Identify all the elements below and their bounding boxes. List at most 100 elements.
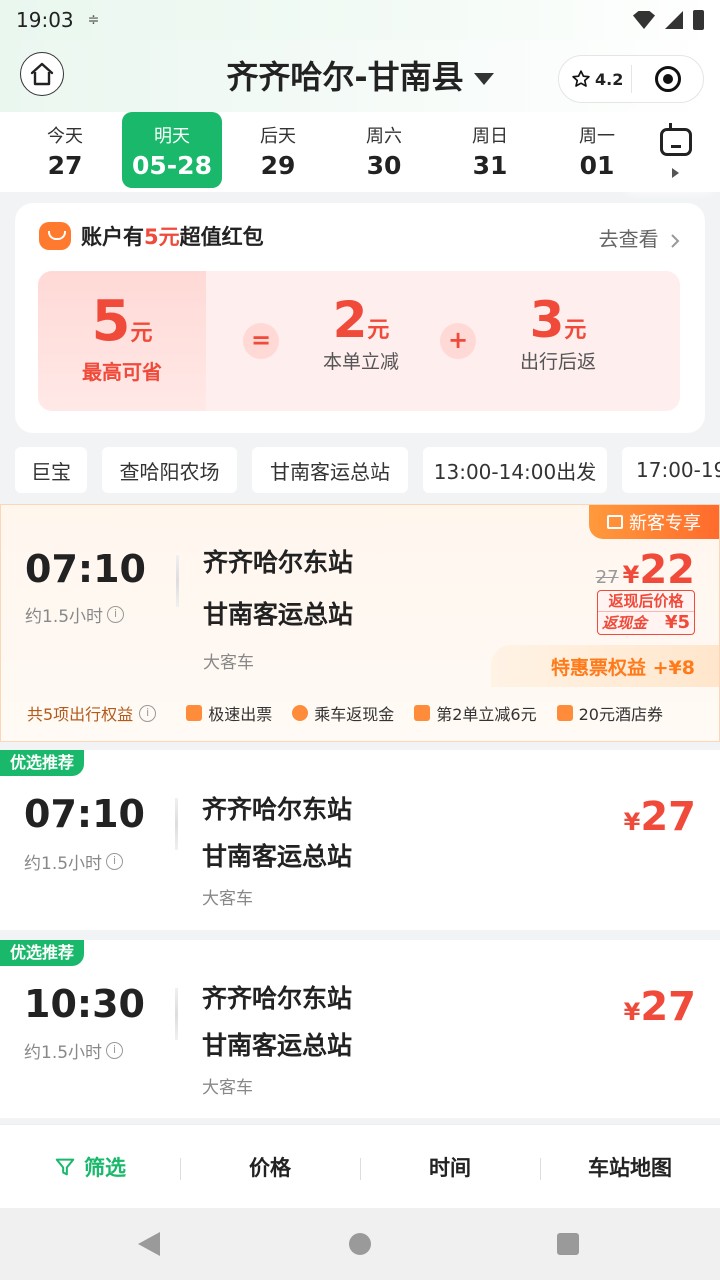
date-weekday: 今天: [47, 126, 83, 147]
recommended-tag: 优选推荐: [0, 750, 85, 776]
info-icon: i: [139, 704, 157, 722]
trip-duration: 约1.5小时 i: [24, 1038, 124, 1063]
date-day: 31: [472, 151, 508, 180]
bus-card-special[interactable]: 新客专享 07:10 约1.5小时 i 齐齐哈尔东站 甘南客运总站 大客车 27 ¥…: [0, 504, 720, 742]
cashback-box: 返现后价格 返现金 ¥5: [597, 590, 695, 635]
departure-station: 齐齐哈尔东站: [203, 548, 354, 577]
cashback-key: 返现金: [602, 614, 648, 632]
star-icon: [572, 70, 590, 87]
cash-icon: [292, 705, 309, 721]
route-line: [176, 555, 179, 607]
tab-time[interactable]: 时间: [360, 1152, 540, 1182]
date-day: 29: [260, 151, 296, 180]
instant-discount-label: 本单立减: [322, 351, 399, 373]
view-red-packet-link[interactable]: 去查看: [599, 223, 681, 252]
date-day: 30: [366, 151, 402, 180]
mini-program-capsule: 4.2: [558, 55, 704, 103]
max-savings-unit: 元: [130, 321, 153, 346]
cashback-label: 出行后返: [519, 351, 596, 373]
date-item-tomorrow[interactable]: 明天 05-28: [122, 112, 222, 188]
original-price: 27: [595, 567, 619, 588]
status-time: 19:03: [16, 8, 74, 32]
arrival-station: 甘南客运总站: [203, 600, 354, 629]
tab-station-map-label: 车站地图: [588, 1155, 672, 1180]
tab-price[interactable]: 价格: [180, 1152, 360, 1182]
filter-chip[interactable]: 17:00-19: [622, 447, 720, 493]
info-icon[interactable]: i: [106, 853, 124, 870]
recent-apps-icon[interactable]: [557, 1233, 579, 1255]
close-miniprogram-button[interactable]: [632, 66, 703, 92]
perk-label: 20元酒店券: [578, 705, 663, 724]
date-item-sunday[interactable]: 周日 31: [440, 112, 540, 188]
departure-time: 10:30: [24, 982, 145, 1026]
bus-card[interactable]: 优选推荐 07:10 约1.5小时 i 齐齐哈尔东站 甘南客运总站 大客车 ¥27: [0, 750, 720, 930]
plus-icon: +: [440, 323, 476, 359]
perks-lead-text: 共5项出行权益: [27, 705, 134, 724]
cashback-value: ¥5: [664, 612, 690, 633]
trip-duration-text: 约1.5小时: [24, 1043, 103, 1063]
perk-item: 第2单立减6元: [414, 701, 537, 725]
instant-discount-unit: 元: [367, 318, 390, 343]
chevron-right-icon: [671, 233, 680, 248]
date-item-day-after[interactable]: 后天 29: [228, 112, 328, 188]
rating-button[interactable]: 4.2: [559, 69, 631, 89]
view-link-label: 去查看: [598, 227, 659, 251]
arrow-right-icon: [672, 168, 679, 178]
info-icon[interactable]: i: [106, 1042, 124, 1059]
route-line: [175, 988, 178, 1040]
filter-chip[interactable]: 查哈阳农场: [102, 447, 237, 493]
date-weekday: 周六: [366, 126, 402, 147]
filter-icon: [55, 1158, 75, 1175]
smile-badge-icon: [39, 222, 71, 250]
tab-time-label: 时间: [429, 1155, 471, 1180]
date-item-saturday[interactable]: 周六 30: [334, 112, 434, 188]
arrival-station: 甘南客运总站: [202, 842, 353, 871]
red-packet-card: 账户有5元超值红包 去查看 5元 最高可省 = 2元 本单立减 + 3元 出行后…: [15, 203, 705, 433]
currency-symbol: ¥: [622, 561, 640, 589]
date-item-today[interactable]: 今天 27: [15, 112, 115, 188]
info-icon[interactable]: i: [107, 606, 125, 623]
vehicle-type: 大客车: [202, 889, 253, 909]
perks-row[interactable]: 共5项出行权益 i 极速出票 乘车返现金 第2单立减6元 20元酒店券: [1, 693, 720, 733]
trip-duration-text: 约1.5小时: [24, 854, 103, 874]
departure-time: 07:10: [24, 792, 145, 836]
tab-filter-label: 筛选: [84, 1155, 126, 1180]
tab-filter[interactable]: 筛选: [0, 1152, 180, 1182]
red-packet-header: 账户有5元超值红包: [39, 221, 264, 251]
max-savings-num: 5: [91, 289, 131, 354]
caret-down-icon: [473, 73, 494, 85]
currency-symbol: ¥: [623, 808, 641, 836]
date-weekday: 明天: [154, 126, 190, 147]
perk-item: 极速出票: [186, 701, 272, 725]
special-benefit-tag[interactable]: 特惠票权益 +¥8: [491, 645, 719, 687]
date-weekday: 周一: [579, 126, 615, 147]
filter-chip[interactable]: 13:00-14:00出发: [423, 447, 607, 493]
instant-discount-num: 2: [332, 291, 368, 349]
date-item-monday[interactable]: 周一 01: [547, 112, 647, 188]
trip-duration: 约1.5小时 i: [25, 602, 125, 627]
calendar-icon: [660, 123, 692, 156]
date-day: 01: [579, 151, 615, 180]
hotel-icon: [556, 705, 573, 721]
filter-chip[interactable]: 巨宝: [15, 447, 87, 493]
target-icon: [654, 66, 681, 92]
cashback-price-label: 返现后价格: [598, 591, 694, 612]
departure-time: 07:10: [25, 547, 146, 591]
home-circle-icon[interactable]: [349, 1233, 371, 1255]
date-weekday: 周日: [472, 126, 508, 147]
tab-station-map[interactable]: 车站地图: [540, 1152, 720, 1182]
savings-breakdown: 5元 最高可省 = 2元 本单立减 + 3元 出行后返: [38, 271, 680, 411]
price-value: 22: [639, 547, 695, 593]
new-customer-tag: 新客专享: [589, 505, 719, 539]
back-icon[interactable]: [138, 1232, 160, 1256]
filter-chip[interactable]: 甘南客运总站: [252, 447, 408, 493]
fast-ticket-icon: [186, 705, 203, 721]
calendar-button[interactable]: [634, 112, 720, 192]
perk-item: 乘车返现金: [292, 701, 394, 725]
perk-label: 乘车返现金: [314, 705, 395, 724]
date-day: 27: [47, 151, 83, 180]
bus-icon: [414, 705, 431, 721]
price-value: 27: [640, 794, 696, 840]
recommended-tag: 优选推荐: [0, 940, 85, 966]
bus-card[interactable]: 优选推荐 10:30 约1.5小时 i 齐齐哈尔东站 甘南客运总站 大客车 ¥27: [0, 940, 720, 1118]
